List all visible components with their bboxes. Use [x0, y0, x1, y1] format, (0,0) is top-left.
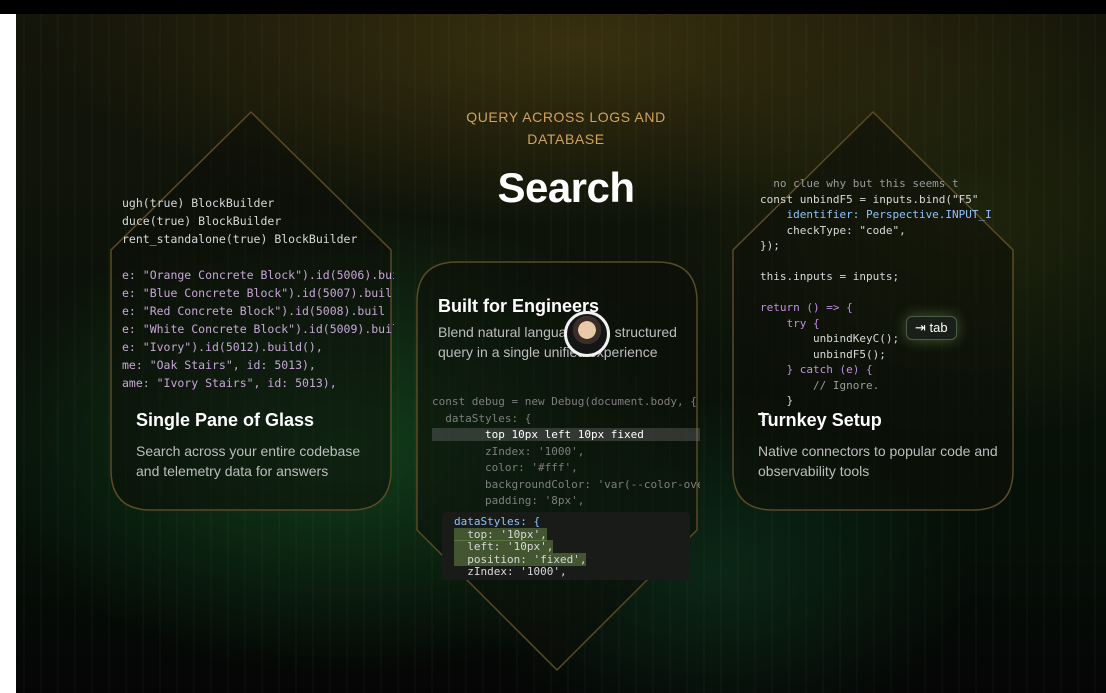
code-line: duce(true) BlockBuilder: [122, 214, 282, 228]
code-line: checkType: "code",: [760, 223, 906, 237]
code-line: left: '10px',: [454, 540, 554, 553]
tab-key-hint: ⇥ tab: [906, 316, 957, 340]
code-line: dataStyles: {: [454, 515, 541, 528]
card-title: Single Pane of Glass: [136, 410, 315, 430]
code-line: zIndex: '1000',: [432, 444, 585, 458]
code-line: // Ignore.: [760, 378, 880, 392]
code-line: ugh(true) BlockBuilder: [122, 196, 275, 210]
user-avatar: [564, 311, 610, 357]
card-description: Native connectors to popular code and ob…: [758, 443, 998, 479]
code-panel: dataStyles: { top: '10px', left: '10px',…: [442, 512, 690, 580]
code-line: try {: [760, 316, 820, 330]
code-line: top 10px left 10px fixed: [432, 428, 700, 441]
code-line: e: "Blue Concrete Block").id(5007).buil: [122, 286, 393, 300]
code-line: no clue why but this seems t: [760, 177, 959, 190]
code-line: e: "Orange Concrete Block").id(5006).bui…: [122, 268, 394, 282]
search-section: QUERY ACROSS LOGS AND DATABASE Search ug…: [16, 14, 1106, 693]
code-line: me: "Oak Stairs", id: 5013),: [122, 358, 316, 372]
code-line: e: "White Concrete Block").id(5009).buil: [122, 322, 394, 336]
code-snippet-center-top: const debug = new Debug(document.body, {…: [432, 394, 700, 510]
code-line: } catch (e) {: [760, 363, 873, 376]
code-line: e: "Ivory").id(5012).build(),: [122, 340, 323, 354]
code-snippet-right: no clue why but this seems t const unbin…: [760, 176, 992, 424]
code-line: identifier: Perspective.INPUT_I: [760, 208, 992, 221]
card-built-for-engineers: Built for Engineers Blend natural langua…: [414, 260, 700, 672]
code-line: const debug = new Debug(document.body, {: [432, 395, 697, 408]
card-description: Search across your entire codebase and t…: [136, 443, 361, 479]
code-line: rent_standalone(true) BlockBuilder: [122, 232, 358, 246]
code-line: color: '#fff',: [432, 461, 578, 474]
code-line: }: [760, 394, 794, 407]
code-line: unbindF5();: [760, 347, 886, 361]
code-line: return () => {: [760, 301, 853, 314]
code-snippet-left: ugh(true) BlockBuilder duce(true) BlockB…: [122, 194, 394, 392]
code-line: zIndex: '1000',: [454, 565, 567, 578]
code-line: unbindKeyC();: [760, 332, 900, 345]
card-turnkey-setup: no clue why but this seems t const unbin…: [730, 110, 1016, 512]
code-line: position: 'fixed',: [454, 552, 587, 566]
code-line: top: '10px',: [454, 527, 547, 541]
code-line: this.inputs = inputs;: [760, 270, 900, 283]
card-description: Blend natural language with structured q…: [438, 324, 677, 360]
code-line: backgroundColor: 'var(--color-ove: [432, 477, 700, 491]
top-bar: [0, 0, 1106, 14]
code-line: });: [760, 239, 780, 252]
section-eyebrow: QUERY ACROSS LOGS AND DATABASE: [466, 109, 666, 147]
code-line: const unbindF5 = inputs.bind("F5": [760, 192, 979, 206]
code-line: dataStyles: {: [432, 411, 532, 425]
code-line: padding: '8px',: [432, 494, 585, 507]
code-snippet-center-bottom: dataStyles: { top: '10px', left: '10px',…: [454, 515, 587, 579]
card-title: Turnkey Setup: [758, 410, 882, 430]
code-line: e: "Red Concrete Block").id(5008).buil: [122, 304, 386, 318]
code-line: ame: "Ivory Stairs", id: 5013),: [122, 376, 337, 390]
card-single-pane: ugh(true) BlockBuilder duce(true) BlockB…: [108, 110, 394, 512]
